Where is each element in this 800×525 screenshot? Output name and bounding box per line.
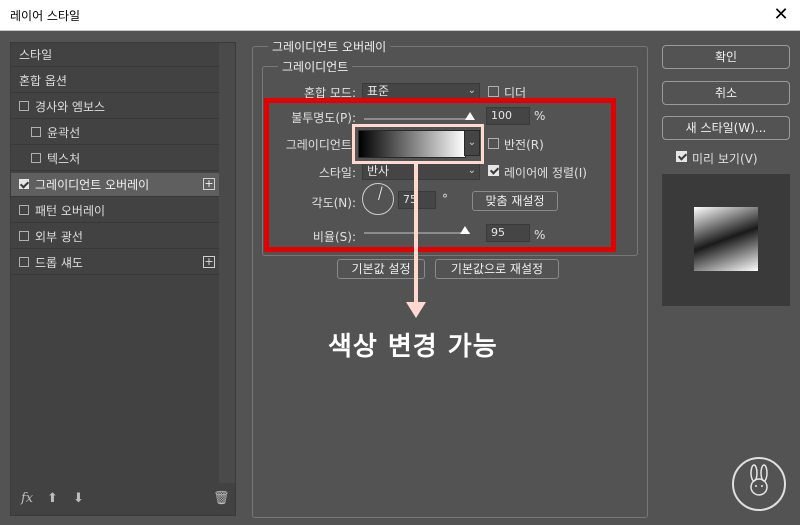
sidebar-item-contour[interactable]: 윤곽선 (11, 121, 219, 145)
gradient-callout-box (352, 124, 484, 164)
checkbox[interactable] (19, 205, 29, 215)
sidebar-item-pattern-overlay[interactable]: 패턴 오버레이 (11, 199, 219, 223)
sidebar-item-label: 경사와 엠보스 (35, 100, 106, 114)
sidebar-item-label: 외부 광선 (35, 230, 83, 244)
down-arrow-icon (406, 302, 426, 318)
preview-label: 미리 보기(V) (692, 152, 758, 166)
add-icon[interactable]: + (203, 178, 215, 190)
sidebar-item-label: 윤곽선 (47, 126, 81, 140)
window-title: 레이어 스타일 (10, 9, 81, 23)
sidebar-item-label: 패턴 오버레이 (35, 204, 106, 218)
annotation-text: 색상 변경 가능 (328, 332, 498, 362)
checkbox[interactable] (19, 101, 29, 111)
close-icon[interactable]: ✕ (768, 2, 794, 28)
scrollbar[interactable] (219, 43, 235, 483)
dither-checkbox[interactable] (488, 86, 499, 97)
new-style-button[interactable]: 새 스타일(W)... (662, 116, 790, 140)
reset-to-default-button[interactable]: 기본값으로 재설정 (435, 259, 559, 279)
checkbox[interactable] (19, 257, 29, 267)
trash-icon[interactable]: 🗑 (213, 491, 230, 506)
fx-icon[interactable]: fx (21, 491, 33, 506)
preview-checkbox[interactable] (676, 151, 687, 162)
sidebar-item-texture[interactable]: 텍스처 (11, 147, 219, 171)
group-title: 그레이디언트 (278, 58, 353, 75)
chevron-down-icon: ⌄ (467, 85, 476, 96)
sidebar-item-label: 텍스처 (47, 152, 81, 166)
checkbox[interactable] (31, 153, 41, 163)
move-up-icon[interactable]: ⬆ (47, 491, 58, 506)
sidebar-item-label: 혼합 옵션 (19, 74, 67, 88)
checkbox[interactable] (19, 231, 29, 241)
cancel-button[interactable]: 취소 (662, 81, 790, 105)
checkbox[interactable] (19, 179, 29, 189)
bunny-logo (732, 457, 786, 511)
preview-swatch (694, 207, 758, 271)
sidebar-item-drop-shadow[interactable]: 드롭 섀도 + (11, 251, 219, 275)
sidebar-item-bevel-emboss[interactable]: 경사와 엠보스 (11, 95, 219, 119)
sidebar-item-outer-glow[interactable]: 외부 광선 (11, 225, 219, 249)
sidebar-item-label: 드롭 섀도 (35, 256, 83, 270)
highlight-box (264, 98, 616, 252)
sidebar-item-gradient-overlay[interactable]: 그레이디언트 오버레이 + (11, 173, 219, 197)
ok-button[interactable]: 확인 (662, 45, 790, 69)
section-title: 그레이디언트 오버레이 (268, 38, 391, 55)
checkbox[interactable] (31, 127, 41, 137)
sidebar-item-blending-options[interactable]: 혼합 옵션 (11, 69, 219, 93)
style-list-panel: 스타일 혼합 옵션 경사와 엠보스 윤곽선 텍스처 그레이디언트 오버레이 + … (10, 42, 236, 516)
title-bar: 레이어 스타일 ✕ (0, 0, 800, 31)
blend-mode-value: 표준 (367, 84, 390, 98)
bunny-icon (750, 464, 768, 496)
callout-arrow-shaft (414, 164, 418, 304)
add-icon[interactable]: + (203, 256, 215, 268)
sidebar-footer: fx ⬆ ⬇ 🗑 (11, 483, 235, 515)
move-down-icon[interactable]: ⬇ (73, 491, 84, 506)
sidebar-item-styles[interactable]: 스타일 (11, 43, 219, 67)
make-default-button[interactable]: 기본값 설정 (337, 259, 425, 279)
sidebar-item-label: 그레이디언트 오버레이 (35, 178, 150, 192)
sidebar-item-label: 스타일 (19, 48, 53, 62)
